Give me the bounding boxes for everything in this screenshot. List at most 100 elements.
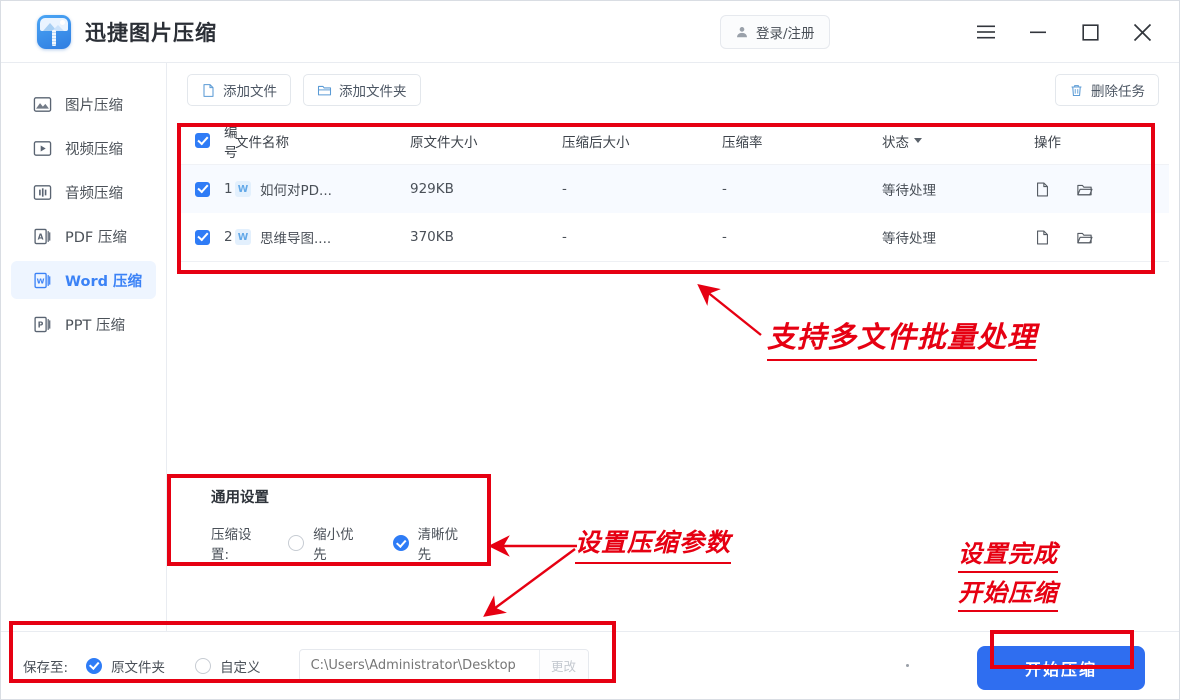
option-clarity-priority[interactable]: 清晰优先	[392, 523, 467, 563]
row-actions	[1034, 181, 1169, 198]
caret-down-icon	[914, 138, 922, 143]
folder-icon	[317, 85, 332, 95]
compress-settings-label: 压缩设置:	[211, 527, 252, 563]
clarity-priority-radio[interactable]	[392, 535, 409, 551]
sidebar-item-ppt-compress[interactable]: P PPT 压缩	[11, 305, 156, 343]
svg-text:A: A	[38, 232, 44, 241]
bottom-bar: 保存至: 原文件夹 自定义 更改 开始压缩	[1, 631, 1179, 699]
row-original-size: 929KB	[410, 181, 454, 197]
start-compress-button[interactable]: 开始压缩	[977, 646, 1145, 690]
maximize-button[interactable]	[1079, 21, 1101, 43]
save-to-label: 保存至:	[23, 659, 69, 676]
row-filename-cell: W 如何对PD...	[235, 179, 410, 199]
minimize-button[interactable]	[1027, 21, 1049, 43]
add-file-label: 添加文件	[223, 84, 277, 100]
main-content: 添加文件 添加文件夹 删除任务 编号 文件名称 原文件大小 压缩后大小 压缩率 …	[167, 63, 1179, 631]
row-checkbox[interactable]	[195, 181, 210, 197]
table-header-row: 编号 文件名称 原文件大小 压缩后大小 压缩率 状态 操作	[179, 117, 1169, 165]
option-custom-folder[interactable]: 自定义	[195, 656, 261, 676]
title-bar: 迅捷图片压缩 登录/注册	[1, 1, 1179, 63]
header-original-size: 原文件大小	[410, 134, 478, 151]
file-toolbar: 添加文件 添加文件夹 删除任务	[167, 63, 1179, 117]
save-path-input[interactable]	[299, 650, 539, 681]
row-no: 1	[224, 181, 233, 197]
header-filename: 文件名称	[235, 134, 289, 151]
file-preview-icon[interactable]	[1034, 181, 1051, 198]
row-compressed-size: -	[562, 181, 567, 197]
video-play-icon	[33, 140, 52, 156]
compress-settings-row: 压缩设置: 缩小优先 清晰优先	[179, 507, 497, 563]
original-folder-label: 原文件夹	[111, 659, 166, 676]
application-window: 迅捷图片压缩 登录/注册 图片压缩 视频压缩 音频压缩 A PDF 压缩 W W…	[0, 0, 1180, 700]
table-row[interactable]: 2 W 思维导图.... 370KB - - 等待处理	[179, 213, 1169, 261]
sidebar-item-label: PDF 压缩	[65, 229, 127, 246]
sidebar-item-audio-compress[interactable]: 音频压缩	[11, 173, 156, 211]
option-size-priority[interactable]: 缩小优先	[288, 523, 362, 563]
row-select-cell: 1	[179, 181, 235, 197]
audio-wave-icon	[33, 184, 52, 200]
add-file-button[interactable]: 添加文件	[187, 74, 291, 106]
custom-folder-radio[interactable]	[195, 657, 212, 674]
select-all-checkbox[interactable]	[195, 133, 210, 148]
menu-button[interactable]	[975, 21, 997, 43]
size-priority-label: 缩小优先	[313, 527, 354, 563]
general-settings-panel: 通用设置 压缩设置: 缩小优先 清晰优先	[179, 472, 497, 563]
svg-text:W: W	[37, 276, 45, 285]
save-path-box[interactable]: 更改	[298, 649, 589, 682]
status-dot	[906, 664, 909, 667]
window-controls	[975, 1, 1153, 63]
settings-title: 通用设置	[211, 490, 269, 506]
header-action: 操作	[1034, 134, 1061, 151]
open-folder-icon[interactable]	[1076, 229, 1093, 246]
svg-text:P: P	[38, 320, 44, 329]
delete-task-label: 删除任务	[1091, 84, 1145, 100]
change-path-button[interactable]: 更改	[538, 650, 588, 681]
close-button[interactable]	[1131, 21, 1153, 43]
minimize-icon	[1030, 31, 1046, 34]
row-actions	[1034, 229, 1169, 246]
open-folder-icon[interactable]	[1076, 181, 1093, 198]
row-status: 等待处理	[882, 231, 936, 247]
row-status: 等待处理	[882, 183, 936, 199]
option-original-folder[interactable]: 原文件夹	[86, 656, 165, 676]
brand: 迅捷图片压缩	[37, 14, 217, 49]
row-ratio: -	[722, 181, 727, 197]
header-status[interactable]: 状态	[882, 131, 1034, 151]
add-folder-button[interactable]: 添加文件夹	[303, 74, 421, 106]
sidebar-item-label: Word 压缩	[65, 273, 143, 290]
sidebar-item-label: 视频压缩	[65, 141, 123, 158]
delete-task-button[interactable]: 删除任务	[1055, 74, 1159, 106]
login-register-label: 登录/注册	[756, 26, 815, 42]
sidebar-item-video-compress[interactable]: 视频压缩	[11, 129, 156, 167]
row-filename: 如何对PD...	[260, 183, 332, 199]
close-icon	[1133, 23, 1151, 41]
file-table: 编号 文件名称 原文件大小 压缩后大小 压缩率 状态 操作 1 W 如何对PD.…	[179, 117, 1169, 262]
sidebar: 图片压缩 视频压缩 音频压缩 A PDF 压缩 W Word 压缩 P PPT …	[1, 63, 167, 699]
row-select-cell: 2	[179, 229, 235, 245]
file-preview-icon[interactable]	[1034, 229, 1051, 246]
select-all-cell: 编号	[179, 121, 238, 161]
ppt-file-icon: P	[34, 316, 51, 332]
table-row[interactable]: 1 W 如何对PD... 929KB - - 等待处理	[179, 165, 1169, 213]
maximize-icon	[1081, 23, 1099, 41]
sidebar-item-word-compress[interactable]: W Word 压缩	[11, 261, 156, 299]
sidebar-item-image-compress[interactable]: 图片压缩	[11, 85, 156, 123]
word-doc-icon: W	[235, 229, 251, 245]
image-compress-app-icon	[37, 14, 71, 49]
row-checkbox[interactable]	[195, 229, 210, 245]
pdf-file-icon: A	[34, 228, 51, 244]
row-original-size: 370KB	[410, 229, 454, 245]
image-icon	[33, 96, 52, 112]
sidebar-item-label: PPT 压缩	[65, 317, 125, 334]
word-doc-icon: W	[235, 181, 251, 197]
row-ratio: -	[722, 229, 727, 245]
trash-icon	[1071, 84, 1082, 96]
original-folder-radio[interactable]	[86, 657, 103, 674]
add-folder-label: 添加文件夹	[339, 84, 407, 100]
size-priority-radio[interactable]	[288, 535, 305, 551]
login-register-button[interactable]: 登录/注册	[720, 15, 830, 49]
header-ratio: 压缩率	[722, 134, 763, 151]
clarity-priority-label: 清晰优先	[417, 527, 459, 563]
header-status-label: 状态	[882, 134, 909, 151]
sidebar-item-pdf-compress[interactable]: A PDF 压缩	[11, 217, 156, 255]
